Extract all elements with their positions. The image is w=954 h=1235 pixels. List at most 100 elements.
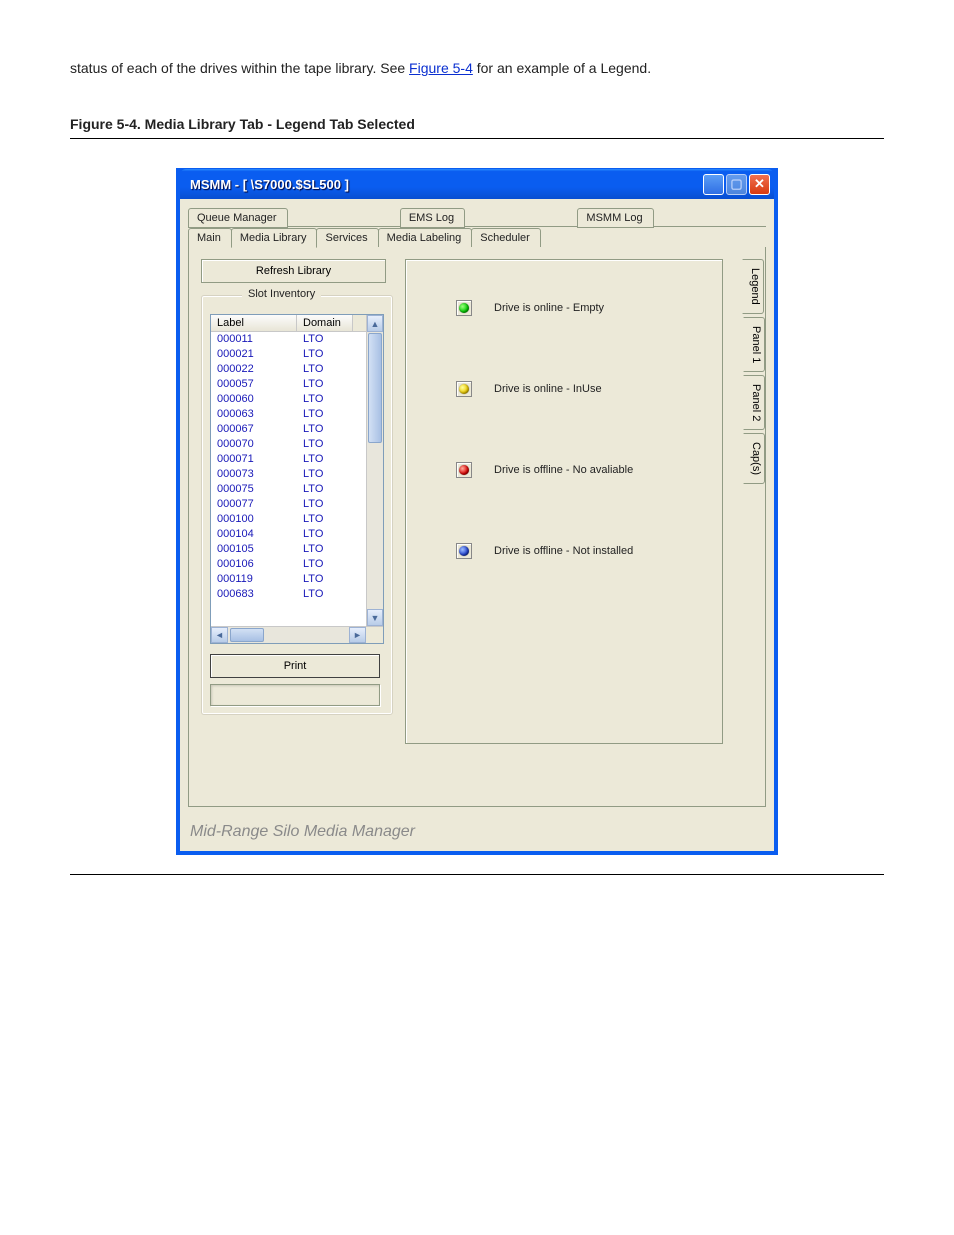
app-footer-text: Mid-Range Silo Media Manager <box>188 823 766 841</box>
horizontal-scrollbar[interactable]: ◄ ► <box>211 626 383 643</box>
cell-label: 000011 <box>211 332 297 347</box>
table-row[interactable]: 000021LTO <box>211 347 383 362</box>
legend-item: Drive is online - InUse <box>456 381 682 397</box>
tab-row-bottom: MainMedia LibraryServicesMedia LabelingS… <box>188 227 766 247</box>
intro-prefix: status of each of the drives within the … <box>70 60 409 76</box>
cell-label: 000022 <box>211 362 297 377</box>
slot-inventory-label: Slot Inventory <box>242 288 321 300</box>
left-panel: Refresh Library Slot Inventory Label Dom… <box>189 247 399 806</box>
scroll-right-icon[interactable]: ► <box>349 627 366 643</box>
cell-label: 000683 <box>211 587 297 602</box>
table-row[interactable]: 000105LTO <box>211 542 383 557</box>
table-row[interactable]: 000073LTO <box>211 467 383 482</box>
vertical-scrollbar[interactable]: ▲ ▼ <box>366 315 383 626</box>
side-tab-legend[interactable]: Legend <box>742 259 764 314</box>
cell-label: 000077 <box>211 497 297 512</box>
maximize-button[interactable]: ▢ <box>726 174 747 195</box>
cell-domain: LTO <box>297 377 353 392</box>
figure-rule-bottom <box>70 874 884 875</box>
tab-services[interactable]: Services <box>316 228 378 248</box>
cell-label: 000105 <box>211 542 297 557</box>
legend-item: Drive is online - Empty <box>456 300 682 316</box>
table-row[interactable]: 000057LTO <box>211 377 383 392</box>
close-button[interactable]: ✕ <box>749 174 770 195</box>
scroll-down-icon[interactable]: ▼ <box>367 609 383 626</box>
cell-label: 000067 <box>211 422 297 437</box>
scroll-thumb-v[interactable] <box>368 333 382 443</box>
cell-domain: LTO <box>297 557 353 572</box>
scroll-left-icon[interactable]: ◄ <box>211 627 228 643</box>
table-row[interactable]: 000011LTO <box>211 332 383 347</box>
intro-text: status of each of the drives within the … <box>70 60 884 76</box>
cell-label: 000075 <box>211 482 297 497</box>
tab-ems-log[interactable]: EMS Log <box>400 208 465 228</box>
legend-item: Drive is offline - Not installed <box>456 543 682 559</box>
table-row[interactable]: 000075LTO <box>211 482 383 497</box>
intro-suffix: for an example of a Legend. <box>473 60 651 76</box>
slot-inventory-group: Slot Inventory Label Domain 000011LTO000… <box>201 295 393 715</box>
tab-media-labeling[interactable]: Media Labeling <box>378 228 473 248</box>
cell-domain: LTO <box>297 482 353 497</box>
tab-main[interactable]: Main <box>188 228 232 248</box>
status-field <box>210 684 380 706</box>
cell-label: 000071 <box>211 452 297 467</box>
cell-label: 000060 <box>211 392 297 407</box>
tab-queue-manager[interactable]: Queue Manager <box>188 208 288 228</box>
table-row[interactable]: 000022LTO <box>211 362 383 377</box>
table-row[interactable]: 000683LTO <box>211 587 383 602</box>
legend-text: Drive is online - InUse <box>494 383 602 395</box>
refresh-library-button[interactable]: Refresh Library <box>201 259 386 283</box>
tab-row-top: Queue Manager EMS Log MSMM Log <box>188 207 766 227</box>
side-tab-panel-1[interactable]: Panel 1 <box>743 317 765 372</box>
led-green-icon <box>456 300 472 316</box>
cell-domain: LTO <box>297 407 353 422</box>
table-row[interactable]: 000063LTO <box>211 407 383 422</box>
table-row[interactable]: 000067LTO <box>211 422 383 437</box>
table-row[interactable]: 000100LTO <box>211 512 383 527</box>
scroll-thumb-h[interactable] <box>230 628 264 642</box>
tab-scheduler[interactable]: Scheduler <box>471 228 541 248</box>
side-tab-panel-2[interactable]: Panel 2 <box>743 375 765 430</box>
cell-label: 000063 <box>211 407 297 422</box>
cell-label: 000104 <box>211 527 297 542</box>
table-row[interactable]: 000119LTO <box>211 572 383 587</box>
cell-domain: LTO <box>297 542 353 557</box>
table-row[interactable]: 000060LTO <box>211 392 383 407</box>
app-window: MSMM - [ \S7000.$SL500 ] _ ▢ ✕ Queue Man… <box>177 169 777 854</box>
tab-msmm-log[interactable]: MSMM Log <box>577 208 653 228</box>
cell-domain: LTO <box>297 392 353 407</box>
cell-domain: LTO <box>297 362 353 377</box>
cell-domain: LTO <box>297 437 353 452</box>
figure-link[interactable]: Figure 5-4 <box>409 60 473 76</box>
minimize-button[interactable]: _ <box>703 174 724 195</box>
table-row[interactable]: 000106LTO <box>211 557 383 572</box>
cell-domain: LTO <box>297 572 353 587</box>
cell-label: 000070 <box>211 437 297 452</box>
cell-domain: LTO <box>297 332 353 347</box>
header-domain[interactable]: Domain <box>297 315 353 331</box>
figure-caption: Figure 5-4. Media Library Tab - Legend T… <box>70 116 884 132</box>
table-row[interactable]: 000077LTO <box>211 497 383 512</box>
table-row[interactable]: 000070LTO <box>211 437 383 452</box>
figure-rule-top <box>70 138 884 139</box>
right-panel: Drive is online - Empty Drive is online -… <box>399 247 765 806</box>
tab-body: Refresh Library Slot Inventory Label Dom… <box>188 247 766 807</box>
led-yellow-icon <box>456 381 472 397</box>
cell-domain: LTO <box>297 527 353 542</box>
side-tab-cap-s-[interactable]: Cap(s) <box>743 433 765 484</box>
titlebar[interactable]: MSMM - [ \S7000.$SL500 ] _ ▢ ✕ <box>180 169 774 199</box>
print-button[interactable]: Print <box>210 654 380 678</box>
tab-media-library[interactable]: Media Library <box>231 228 318 248</box>
cell-domain: LTO <box>297 467 353 482</box>
legend-item: Drive is offline - No avaliable <box>456 462 682 478</box>
cell-label: 000057 <box>211 377 297 392</box>
legend-text: Drive is offline - Not installed <box>494 545 633 557</box>
scroll-corner <box>366 627 383 643</box>
table-row[interactable]: 000071LTO <box>211 452 383 467</box>
table-row[interactable]: 000104LTO <box>211 527 383 542</box>
scroll-up-icon[interactable]: ▲ <box>367 315 383 332</box>
slot-inventory-list[interactable]: Label Domain 000011LTO000021LTO000022LTO… <box>210 314 384 644</box>
cell-domain: LTO <box>297 452 353 467</box>
cell-domain: LTO <box>297 587 353 602</box>
header-label[interactable]: Label <box>211 315 297 331</box>
